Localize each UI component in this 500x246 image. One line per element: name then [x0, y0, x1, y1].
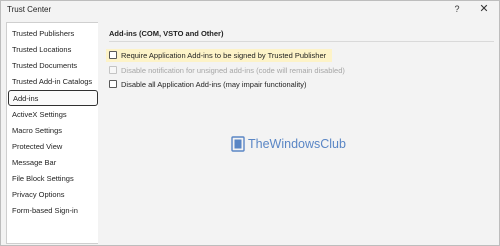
disable-notification-checkbox: [109, 66, 117, 74]
dialog-title: Trust Center: [7, 5, 52, 14]
option-disable-all-add-ins[interactable]: Disable all Application Add-ins (may imp…: [106, 78, 307, 91]
close-button[interactable]: ✕: [475, 2, 493, 16]
sidebar-item-protected-view[interactable]: Protected View: [7, 139, 98, 155]
title-bar: Trust Center ? ✕: [1, 1, 499, 18]
disable-all-label: Disable all Application Add-ins (may imp…: [121, 80, 307, 89]
watermark-text: TheWindowsClub: [248, 137, 346, 151]
sidebar-item-trusted-add-in-catalogs[interactable]: Trusted Add-in Catalogs: [7, 74, 98, 90]
sidebar-item-message-bar[interactable]: Message Bar: [7, 155, 98, 171]
sidebar-item-trusted-publishers[interactable]: Trusted Publishers: [7, 26, 98, 42]
require-signed-label: Require Application Add-ins to be signed…: [121, 51, 327, 60]
require-signed-checkbox[interactable]: [109, 51, 117, 59]
section-divider: [109, 41, 494, 42]
section-title: Add-ins (COM, VSTO and Other): [109, 29, 224, 38]
help-button[interactable]: ?: [449, 2, 465, 16]
sidebar-item-macro-settings[interactable]: Macro Settings: [7, 123, 98, 139]
option-require-signed-add-ins[interactable]: Require Application Add-ins to be signed…: [106, 49, 333, 62]
watermark-logo-icon: [231, 136, 245, 152]
sidebar-item-trusted-locations[interactable]: Trusted Locations: [7, 42, 98, 58]
sidebar-item-trusted-documents[interactable]: Trusted Documents: [7, 58, 98, 74]
option-disable-notification: Disable notification for unsigned add-in…: [106, 64, 345, 77]
sidebar-item-form-based-sign-in[interactable]: Form-based Sign-in: [7, 203, 98, 219]
trust-center-dialog: Trust Center ? ✕ Trusted Publishers Trus…: [0, 0, 500, 246]
disable-notification-label: Disable notification for unsigned add-in…: [121, 66, 345, 75]
sidebar-item-activex-settings[interactable]: ActiveX Settings: [7, 107, 98, 123]
add-ins-panel: Add-ins (COM, VSTO and Other) Require Ap…: [98, 22, 499, 244]
sidebar-nav: Trusted Publishers Trusted Locations Tru…: [6, 22, 98, 244]
sidebar-item-privacy-options[interactable]: Privacy Options: [7, 187, 98, 203]
sidebar-item-add-ins[interactable]: Add-ins: [8, 90, 98, 106]
sidebar-item-file-block-settings[interactable]: File Block Settings: [7, 171, 98, 187]
watermark: TheWindowsClub: [231, 136, 346, 152]
disable-all-checkbox[interactable]: [109, 80, 117, 88]
